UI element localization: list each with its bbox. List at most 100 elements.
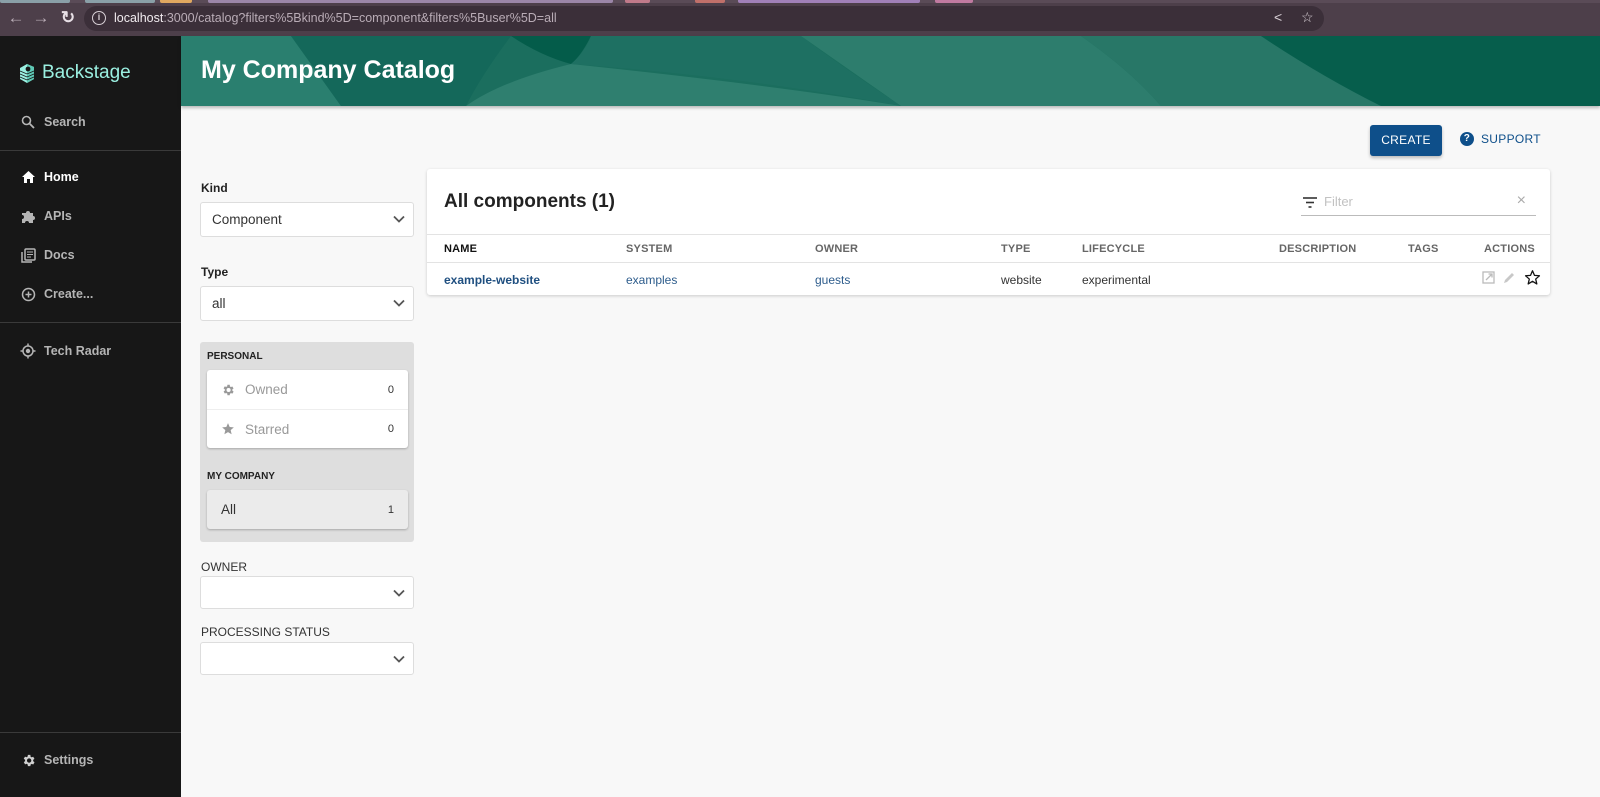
backstage-logo-icon [19,64,35,83]
edit-pencil-icon[interactable] [1502,271,1516,285]
add-circle-icon [20,286,36,302]
table-header: NAME SYSTEM OWNER TYPE LIFECYCLE DESCRIP… [427,234,1550,263]
sidebar-divider [0,150,181,151]
type-label: Type [201,265,229,279]
puzzle-icon [20,208,36,224]
sidebar-item-search[interactable]: Search [0,102,181,142]
sidebar-item-label: Create... [44,287,94,301]
all-count: 1 [387,503,394,516]
filter-starred[interactable]: Starred 0 [207,409,408,448]
kind-select[interactable]: Component [200,202,414,237]
support-button[interactable]: ? SUPPORT [1460,132,1541,146]
bookmark-star-icon[interactable]: ☆ [1301,9,1314,26]
sidebar-item-label: APIs [44,209,72,223]
table-row: example-website examples guests website … [427,263,1550,295]
sidebar-item-label: Search [44,115,86,129]
user-filter-panel: PERSONAL Owned 0 Starred 0 MY COMPANY Al… [200,342,414,542]
table-title: All components (1) [444,191,616,212]
clear-filter-icon[interactable]: × [1517,192,1526,210]
radar-icon [20,343,36,359]
entity-type: website [1001,273,1042,287]
personal-section-title: PERSONAL [207,351,263,362]
table-filter-input[interactable]: Filter × [1301,189,1536,216]
sidebar-divider [0,732,181,733]
backstage-logo[interactable]: Backstage [17,62,131,84]
column-header-lifecycle[interactable]: LIFECYCLE [1082,243,1145,255]
column-header-description[interactable]: DESCRIPTION [1279,243,1356,255]
type-select[interactable]: all [200,286,414,321]
owned-count: 0 [387,383,394,396]
page-header: My Company Catalog [181,36,1600,106]
arrow-left-icon: ← [7,8,25,27]
chevron-down-icon [393,215,405,223]
processing-status-select[interactable] [200,642,414,675]
gear-icon [20,752,36,768]
sidebar-item-label: Docs [44,248,75,262]
help-icon: ? [1460,132,1474,146]
all-label: All [221,502,237,517]
chevron-down-icon [393,655,405,663]
column-header-name[interactable]: NAME [444,243,477,255]
page-title: My Company Catalog [201,56,456,84]
entity-lifecycle: experimental [1082,273,1151,287]
sidebar-item-apis[interactable]: APIs [0,196,181,236]
column-header-tags[interactable]: TAGS [1408,243,1439,255]
company-section-title: MY COMPANY [207,471,275,482]
type-value: all [212,296,226,311]
url-text[interactable]: localhost:3000/catalog?filters%5Bkind%5D… [114,11,557,25]
home-icon [20,169,36,185]
arrow-right-icon: → [32,8,50,27]
sidebar-item-label: Settings [44,753,94,767]
entity-owner-link[interactable]: guests [815,273,850,287]
column-header-system[interactable]: SYSTEM [626,243,672,255]
address-bar[interactable]: i localhost:3000/catalog?filters%5Bkind%… [84,6,1324,31]
sidebar-item-docs[interactable]: Docs [0,235,181,275]
entity-name-link[interactable]: example-website [444,273,540,287]
star-outline-icon[interactable] [1524,269,1541,286]
browser-toolbar: ← → ↻ i localhost:3000/catalog?filters%5… [0,0,1600,36]
forward-button[interactable]: → [31,8,51,28]
sidebar-item-label: Tech Radar [44,344,112,358]
owner-select[interactable] [200,576,414,609]
support-label: SUPPORT [1481,132,1541,146]
column-header-type[interactable]: TYPE [1001,243,1031,255]
open-external-icon[interactable] [1482,271,1495,284]
sidebar-item-home[interactable]: Home [0,157,181,197]
filter-all[interactable]: All 1 [207,490,408,529]
chevron-down-icon [393,589,405,597]
share-icon[interactable]: < [1274,9,1282,25]
url-path: :3000/catalog?filters%5Bkind%5D=componen… [163,11,557,25]
docs-icon [20,247,36,263]
gear-icon [223,384,234,395]
star-icon [222,423,234,435]
personal-filter-card: Owned 0 Starred 0 [207,370,408,448]
sidebar-item-settings[interactable]: Settings [0,740,181,780]
sidebar-item-label: Home [44,170,79,184]
reload-button[interactable]: ↻ [58,8,78,28]
tab-strip [0,0,1600,3]
owner-label: OWNER [201,560,247,574]
starred-count: 0 [387,423,394,435]
sidebar: Backstage Search Home APIs Docs Create..… [0,36,181,797]
processing-status-label: PROCESSING STATUS [201,625,330,639]
company-filter-card: All 1 [207,490,408,529]
search-icon [20,114,36,130]
back-button[interactable]: ← [6,8,26,28]
site-info-icon[interactable]: i [92,11,106,25]
owned-label: Owned [245,382,288,397]
sidebar-item-tech-radar[interactable]: Tech Radar [0,331,181,371]
filter-owned[interactable]: Owned 0 [207,370,408,409]
create-button[interactable]: CREATE [1370,125,1442,156]
column-header-owner[interactable]: OWNER [815,243,858,255]
entity-system-link[interactable]: examples [626,273,677,287]
sidebar-item-create[interactable]: Create... [0,274,181,314]
components-table-panel: All components (1) Filter × NAME SYSTEM … [427,169,1550,295]
filter-placeholder: Filter [1324,194,1353,209]
column-header-actions: ACTIONS [1484,243,1535,255]
kind-label: Kind [201,181,228,195]
starred-label: Starred [245,421,290,437]
sidebar-divider [0,322,181,323]
url-host: localhost [114,11,164,25]
reload-icon: ↻ [60,8,76,27]
filter-icon [1303,197,1317,208]
